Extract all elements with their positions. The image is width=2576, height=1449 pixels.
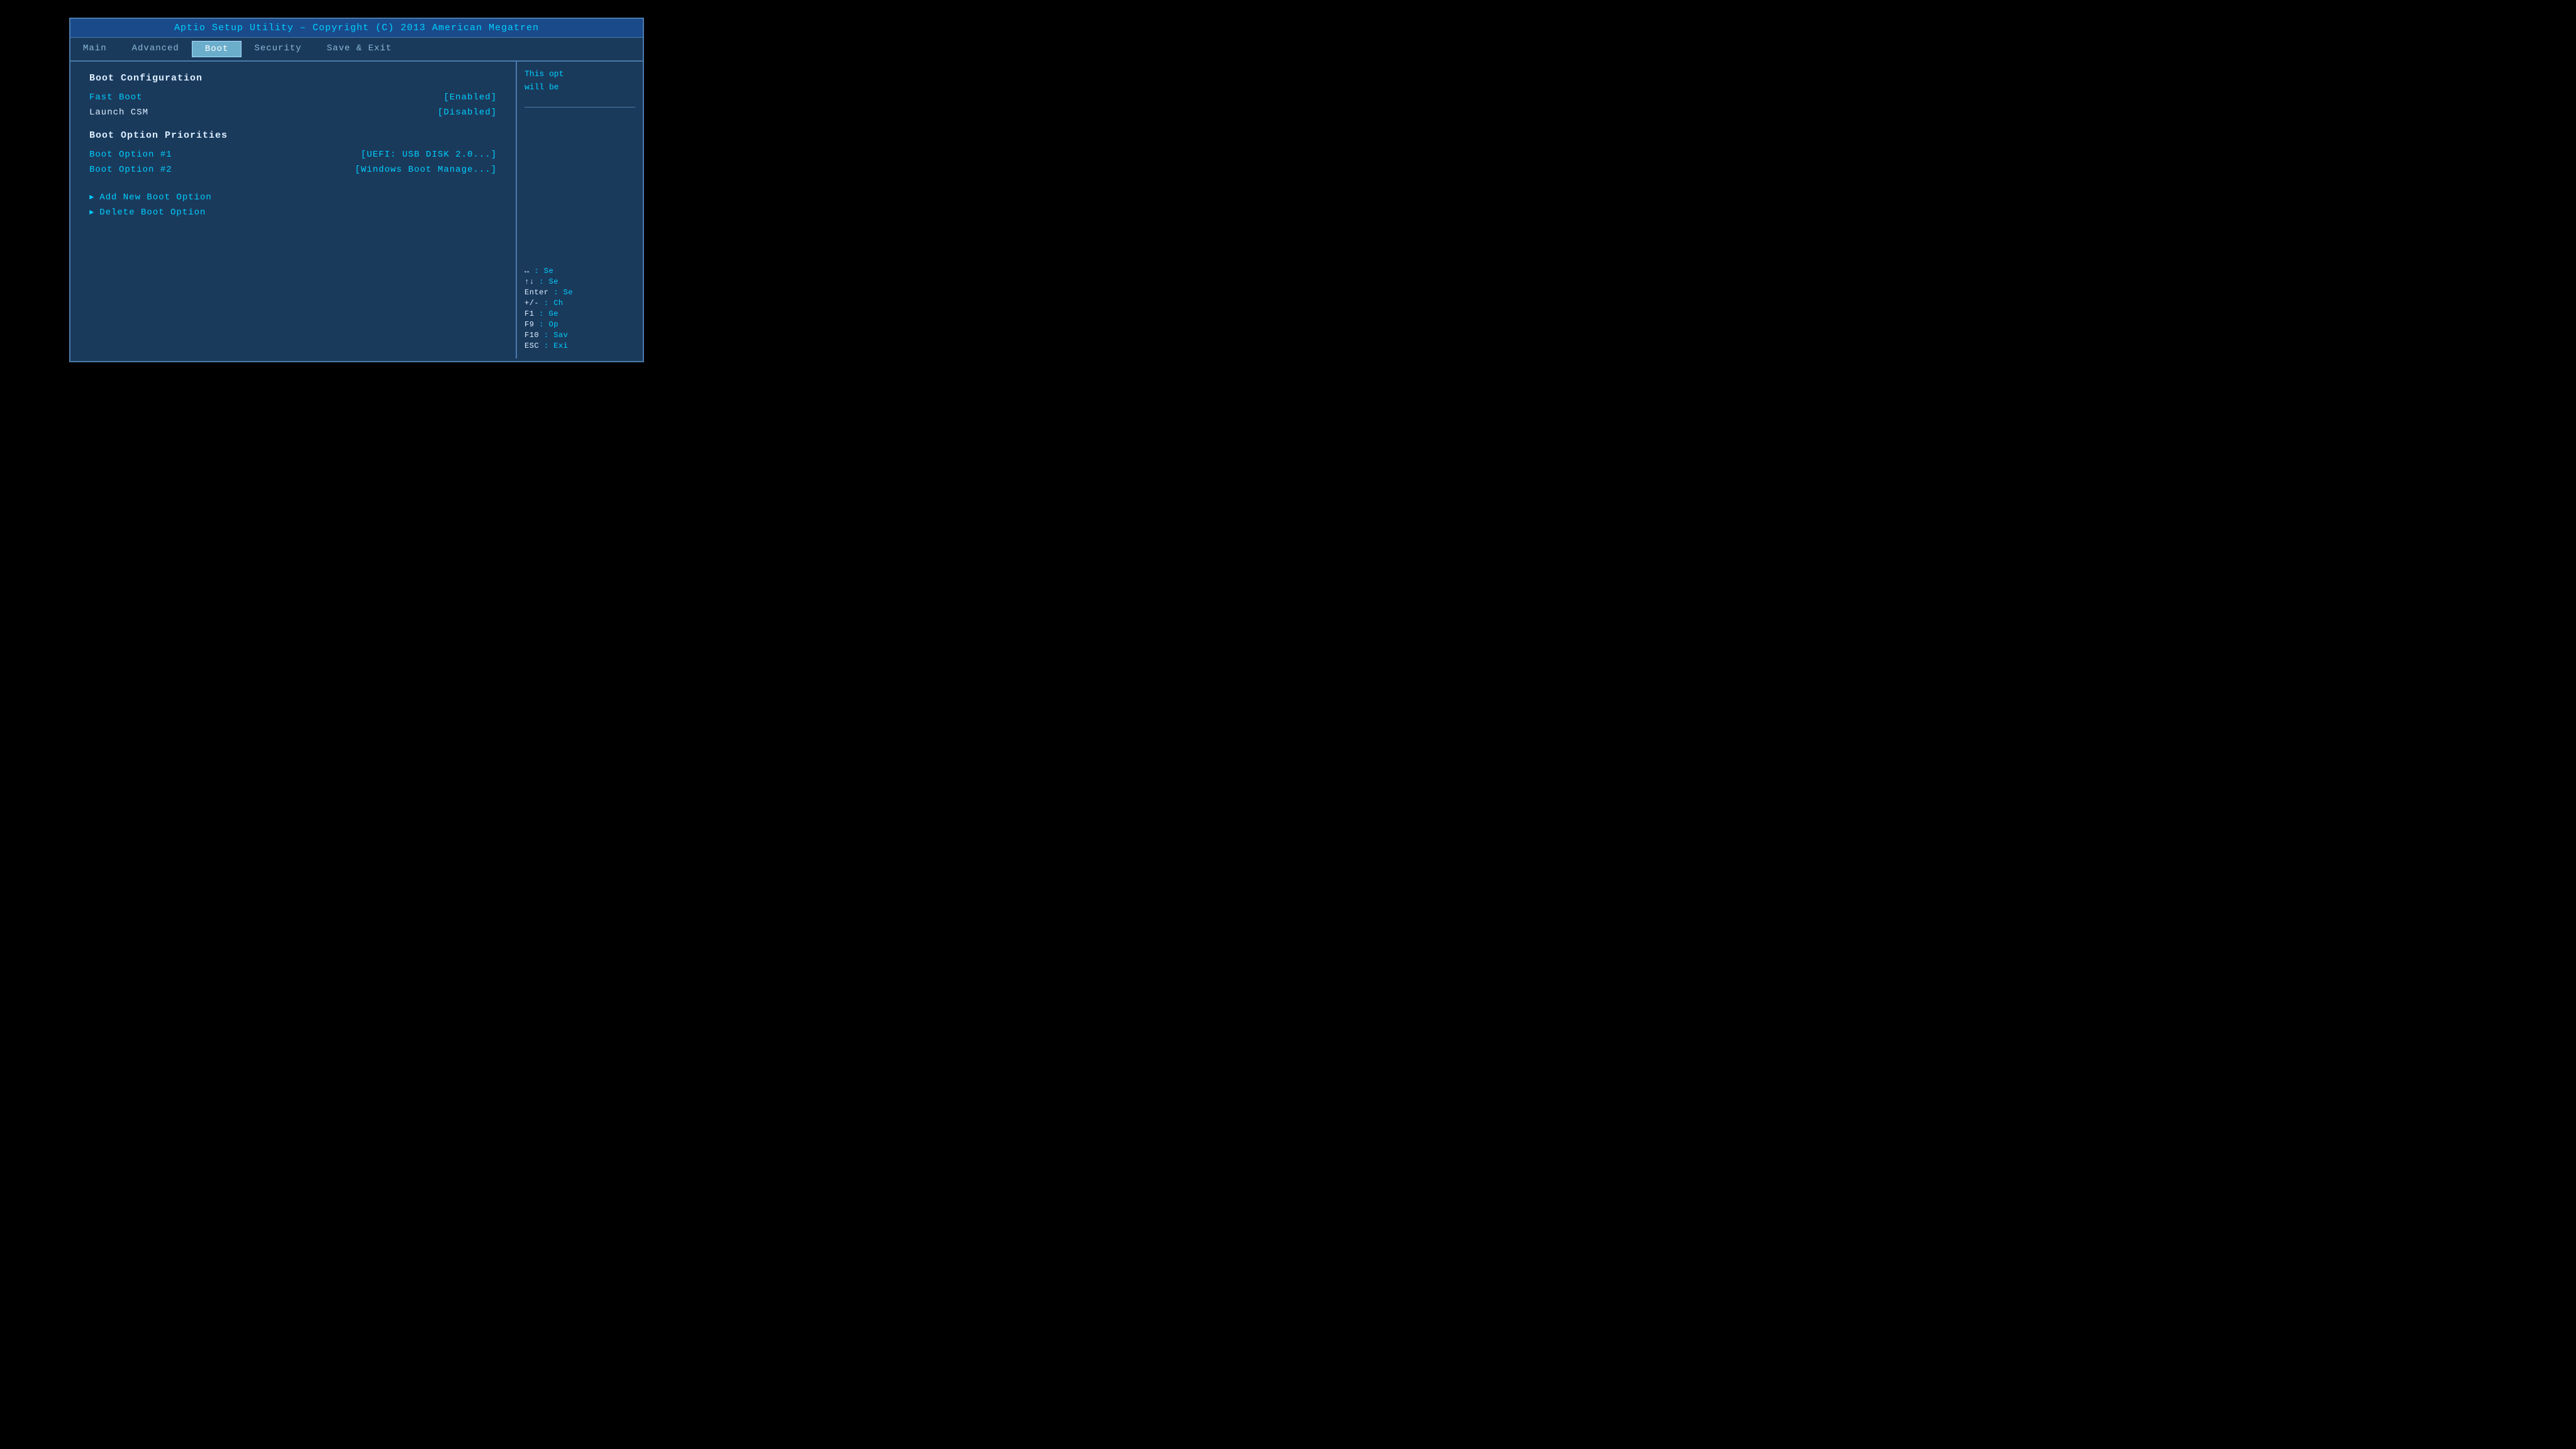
arrow-icon-delete: ► — [89, 208, 94, 217]
side-panel: This opt will be ↔ : Se ↑↓ : Se Enter : … — [517, 62, 643, 358]
menu-item-boot[interactable]: Boot — [192, 41, 242, 57]
menu-item-save-exit[interactable]: Save & Exit — [314, 41, 404, 57]
boot-option2-row[interactable]: Boot Option #2 [Windows Boot Manage...] — [89, 165, 497, 175]
help-text-1: This opt — [525, 69, 564, 79]
boot-option1-row[interactable]: Boot Option #1 [UEFI: USB DISK 2.0...] — [89, 150, 497, 160]
key-f10: F10 — [525, 331, 539, 340]
launch-csm-row[interactable]: Launch CSM [Disabled] — [89, 108, 497, 118]
key-desc-7: : Exi — [544, 341, 569, 350]
key-desc-1: : Se — [539, 277, 558, 286]
add-new-boot-label: Add New Boot Option — [99, 192, 212, 203]
fast-boot-value: [Enabled] — [443, 92, 497, 103]
boot-option2-value: [Windows Boot Manage...] — [355, 165, 497, 175]
key-updown: ↑↓ — [525, 277, 534, 286]
launch-csm-value: [Disabled] — [438, 108, 497, 118]
key-hint-2: Enter : Se — [525, 288, 635, 297]
delete-boot-option[interactable]: ► Delete Boot Option — [89, 208, 497, 218]
boot-option1-value: [UEFI: USB DISK 2.0...] — [361, 150, 497, 160]
bios-screen: Aptio Setup Utility – Copyright (C) 2013… — [69, 18, 644, 362]
menu-item-advanced[interactable]: Advanced — [119, 41, 192, 57]
key-esc: ESC — [525, 341, 539, 350]
menu-item-main[interactable]: Main — [70, 41, 119, 57]
boot-priority-title: Boot Option Priorities — [89, 130, 497, 141]
key-arrows: ↔ — [525, 267, 530, 275]
key-desc-4: : Ge — [539, 309, 558, 318]
menu-item-security[interactable]: Security — [242, 41, 314, 57]
title-text: Aptio Setup Utility – Copyright (C) 2013… — [174, 23, 539, 33]
boot-option1-label: Boot Option #1 — [89, 150, 172, 160]
key-enter: Enter — [525, 288, 549, 297]
add-new-boot-option[interactable]: ► Add New Boot Option — [89, 192, 497, 203]
key-help-section: ↔ : Se ↑↓ : Se Enter : Se +/- : Ch F1 — [525, 267, 635, 352]
key-desc-6: : Sav — [544, 331, 569, 340]
key-hint-0: ↔ : Se — [525, 267, 635, 275]
key-desc-0: : Se — [534, 267, 553, 275]
key-hint-6: F10 : Sav — [525, 331, 635, 340]
key-desc-5: : Op — [539, 320, 558, 329]
help-text: This opt will be — [525, 68, 635, 94]
menu-bar: Main Advanced Boot Security Save & Exit — [70, 38, 643, 62]
help-text-2: will be — [525, 82, 559, 92]
main-panel: Boot Configuration Fast Boot [Enabled] L… — [70, 62, 517, 358]
key-hint-4: F1 : Ge — [525, 309, 635, 318]
key-hint-3: +/- : Ch — [525, 299, 635, 308]
key-f1: F1 — [525, 309, 534, 318]
key-desc-2: : Se — [553, 288, 573, 297]
key-hint-7: ESC : Exi — [525, 341, 635, 350]
boot-option2-label: Boot Option #2 — [89, 165, 172, 175]
fast-boot-label: Fast Boot — [89, 92, 143, 103]
delete-boot-label: Delete Boot Option — [99, 208, 206, 218]
key-f9: F9 — [525, 320, 534, 329]
launch-csm-label: Launch CSM — [89, 108, 148, 118]
side-divider — [525, 107, 635, 108]
fast-boot-row[interactable]: Fast Boot [Enabled] — [89, 92, 497, 103]
key-desc-3: : Ch — [544, 299, 564, 308]
arrow-icon-add: ► — [89, 193, 94, 202]
content-area: Boot Configuration Fast Boot [Enabled] L… — [70, 62, 643, 358]
key-hint-1: ↑↓ : Se — [525, 277, 635, 286]
key-hint-5: F9 : Op — [525, 320, 635, 329]
key-plusminus: +/- — [525, 299, 539, 308]
boot-config-title: Boot Configuration — [89, 73, 497, 84]
title-bar: Aptio Setup Utility – Copyright (C) 2013… — [70, 19, 643, 38]
